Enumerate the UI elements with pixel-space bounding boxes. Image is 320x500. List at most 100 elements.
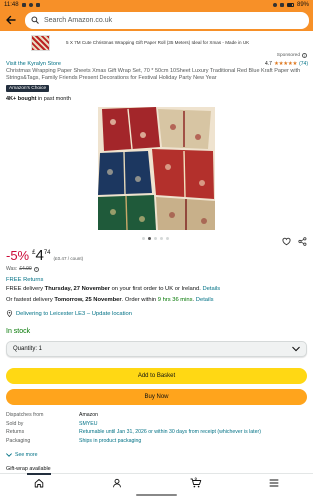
sponsored-text: Sponsored <box>276 53 300 58</box>
wifi-icon <box>279 2 284 7</box>
home-icon <box>34 478 44 487</box>
info-icon: i <box>302 53 307 58</box>
notification-icon <box>28 2 33 7</box>
was-price: Was: £4.99 i <box>6 266 39 272</box>
free-delivery-suffix: on your first order to UK or Ireland. <box>109 286 203 292</box>
cart-count: 0 <box>194 475 197 481</box>
search-input[interactable]: Search Amazon.co.uk <box>25 11 309 29</box>
nav-account[interactable] <box>97 474 137 492</box>
fastest-date: Tomorrow, 25 November <box>54 297 122 303</box>
detail-key: Dispatches from <box>6 412 44 419</box>
status-time: 11:48 <box>4 1 19 8</box>
delivery-location-text: Delivering to Leicester LE3 – Update loc… <box>16 310 133 317</box>
order-countdown: 9 hrs 36 mins <box>157 297 193 303</box>
quantity-label: Quantity: 1 <box>13 346 43 352</box>
visit-store-link[interactable]: Visit the Kyralyn Store <box>6 61 61 67</box>
price-fraction: 74 <box>43 250 51 256</box>
rating-summary[interactable]: 4.7 ★★★★★ (74) <box>265 61 308 67</box>
detail-row: Packaging Ships in product packaging <box>6 437 308 446</box>
fastest-mid: . Order within <box>121 297 158 303</box>
battery-icon <box>286 2 294 7</box>
detail-value: Amazon <box>79 412 99 419</box>
user-icon <box>113 478 122 487</box>
unit-price: (£0.47 / count) <box>53 256 84 261</box>
fastest-delivery-message: Or fastest delivery Tomorrow, 25 Novembe… <box>6 297 214 303</box>
banner-text: 5 X 7M Cute Christmas Wrapping Gift Pape… <box>66 40 250 45</box>
bought-count: 4K+ bought <box>6 96 37 102</box>
seller-link[interactable]: SMYEU <box>79 421 97 427</box>
returns-link[interactable]: Returnable until Jan 31, 2026 or within … <box>79 429 261 435</box>
detail-key: Sold by <box>6 420 24 427</box>
notification-icon <box>21 2 26 7</box>
see-more-button[interactable]: See more <box>6 452 38 458</box>
buy-now-button[interactable]: Buy Now <box>6 389 307 405</box>
info-icon[interactable]: i <box>33 266 39 272</box>
carousel-dot[interactable] <box>160 237 163 240</box>
back-arrow-icon <box>6 15 16 25</box>
product-title: Christmas Wrapping Paper Sheets Xmas Gif… <box>6 68 301 82</box>
free-returns-link[interactable]: FREE Returns <box>6 277 43 283</box>
rating-count: (74) <box>299 61 308 67</box>
battery-percent: 89% <box>296 1 309 8</box>
location-icon <box>272 2 277 7</box>
nav-cart[interactable]: 0 <box>176 474 216 492</box>
image-carousel-dots[interactable] <box>142 237 169 240</box>
star-rating-icon: ★★★★★ <box>273 61 298 67</box>
fastest-details-link[interactable]: Details <box>196 297 214 303</box>
search-icon <box>31 16 39 24</box>
carousel-dot[interactable] <box>148 237 151 240</box>
share-button[interactable] <box>298 233 307 251</box>
nav-menu[interactable] <box>254 474 294 492</box>
rating-value: 4.7 <box>264 61 272 67</box>
app-header: Search Amazon.co.uk <box>0 9 313 31</box>
heart-icon <box>282 237 291 246</box>
add-to-list-button[interactable] <box>282 233 291 251</box>
free-delivery-prefix: FREE delivery <box>6 286 45 292</box>
was-value: £4.99 <box>19 266 32 272</box>
nav-home[interactable] <box>19 472 59 492</box>
sponsored-label[interactable]: Sponsored i <box>277 53 307 58</box>
free-delivery-date: Thursday, 27 November <box>44 286 110 292</box>
back-button[interactable] <box>3 12 19 28</box>
wrapped-gifts-illustration <box>98 107 215 230</box>
chevron-down-icon <box>6 453 12 457</box>
amazons-choice-badge: Amazon's Choice <box>6 85 50 92</box>
fastest-prefix: Or fastest delivery <box>6 297 55 303</box>
discount-percent: -5% <box>6 248 30 263</box>
bottom-navigation: 0 <box>0 472 313 492</box>
location-pin-icon <box>6 310 13 317</box>
banner-product-image <box>31 34 50 51</box>
gift-wrap-text: Gift-wrap available <box>6 466 51 472</box>
search-placeholder: Search Amazon.co.uk <box>44 16 113 24</box>
notification-icon <box>35 2 40 7</box>
carousel-dot[interactable] <box>142 237 145 240</box>
status-bar: 11:48 89% <box>0 0 313 9</box>
quantity-select[interactable]: Quantity: 1 <box>6 341 307 357</box>
add-to-basket-button[interactable]: Add to Basket <box>6 368 307 384</box>
detail-key: Returns <box>6 429 25 436</box>
store-rating-row: Visit the Kyralyn Store 4.7 ★★★★★ (74) <box>6 61 308 67</box>
was-label: Was: <box>6 266 18 272</box>
see-more-label: See more <box>15 452 38 458</box>
detail-key: Packaging <box>6 437 31 444</box>
chevron-down-icon <box>292 346 300 352</box>
packaging-link[interactable]: Ships in product packaging <box>79 438 141 444</box>
carousel-dot[interactable] <box>154 237 157 240</box>
share-icon <box>298 237 307 246</box>
delivery-details-link[interactable]: Details <box>202 286 220 292</box>
detail-row: Returns Returnable until Jan 31, 2026 or… <box>6 428 308 437</box>
detail-row: Dispatches from Amazon <box>6 411 308 420</box>
delivery-location-link[interactable]: Delivering to Leicester LE3 – Update loc… <box>6 310 132 317</box>
offer-details: Dispatches from Amazon Sold by SMYEU Ret… <box>6 411 308 445</box>
price-block: -5% £ 4 74 (£0.47 / count) <box>6 247 84 264</box>
sponsored-banner[interactable]: 5 X 7M Cute Christmas Wrapping Gift Pape… <box>6 34 306 51</box>
menu-icon <box>269 479 279 486</box>
carousel-dot[interactable] <box>166 237 169 240</box>
product-image[interactable] <box>98 107 215 230</box>
gesture-bar <box>136 494 177 496</box>
bought-period: in past month <box>36 96 71 102</box>
bought-in-past-month: 4K+ bought in past month <box>6 96 71 102</box>
stock-status: In stock <box>6 328 31 335</box>
price-whole: 4 <box>35 247 44 264</box>
free-delivery-message: FREE delivery Thursday, 27 November on y… <box>6 286 220 292</box>
